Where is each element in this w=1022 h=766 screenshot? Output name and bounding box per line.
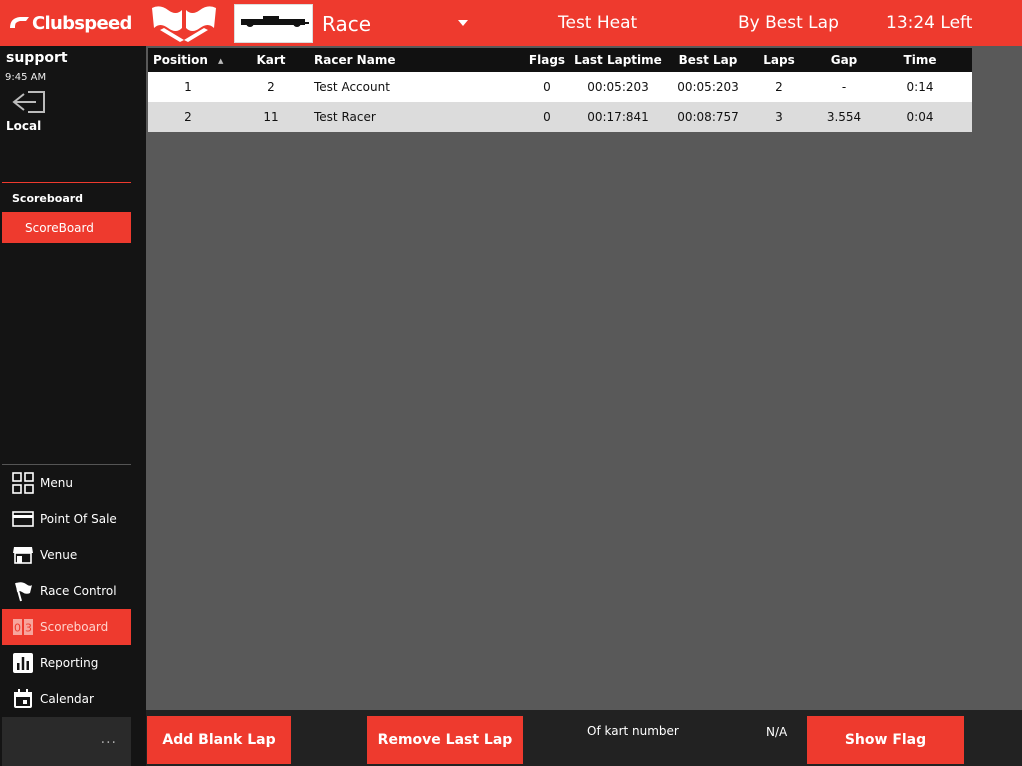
table-row[interactable]: 2 11 Test Racer 0 00:17:841 00:08:757 3 … xyxy=(148,102,972,132)
column-header-gap[interactable]: Gap xyxy=(806,53,882,67)
logout-icon[interactable] xyxy=(10,90,48,114)
time-left: 13:24 Left xyxy=(886,13,973,33)
cell-position: 1 xyxy=(184,80,192,94)
nav-item-point-of-sale[interactable]: Point Of Sale xyxy=(2,501,131,537)
clubspeed-logo-icon xyxy=(10,17,29,28)
race-selector-label[interactable]: Race xyxy=(322,12,371,36)
cell-laps: 3 xyxy=(775,110,783,124)
add-blank-lap-button[interactable]: Add Blank Lap xyxy=(147,716,291,764)
cell-gap: 3.554 xyxy=(826,110,862,124)
more-icon[interactable]: ... xyxy=(101,731,117,747)
bar-chart-icon xyxy=(12,652,34,674)
cell-gap: - xyxy=(841,80,847,94)
nav-item-calendar[interactable]: Calendar xyxy=(2,681,131,717)
show-flag-button[interactable]: Show Flag xyxy=(807,716,964,764)
credit-card-icon xyxy=(12,508,34,530)
nav-item-label: Venue xyxy=(40,548,78,562)
checkered-flags-icon xyxy=(152,6,216,42)
cell-last-laptime: 00:17:841 xyxy=(587,110,649,124)
sort-mode[interactable]: By Best Lap xyxy=(738,13,839,33)
sort-ascending-icon: ▲ xyxy=(217,56,224,65)
current-time: 9:45 AM xyxy=(5,72,47,83)
cell-flags: 0 xyxy=(543,110,551,124)
cell-kart: 2 xyxy=(267,80,275,94)
cell-best-lap: 00:08:757 xyxy=(677,110,739,124)
grid-icon xyxy=(12,472,34,494)
nav-item-menu[interactable]: Menu xyxy=(2,465,131,501)
nav-item-label: Reporting xyxy=(40,656,99,670)
cell-last-laptime: 00:05:203 xyxy=(587,80,649,94)
cell-time: 0:14 xyxy=(906,80,934,94)
column-header-kart[interactable]: Kart xyxy=(228,53,314,67)
cell-laps: 2 xyxy=(775,80,783,94)
flag-icon xyxy=(12,580,34,602)
column-header-best-lap[interactable]: Best Lap xyxy=(664,53,752,67)
heat-name: Test Heat xyxy=(558,13,638,33)
clubspeed-logo: Clubspeed xyxy=(8,12,132,34)
scoreboard-tab[interactable]: ScoreBoard xyxy=(2,212,131,243)
nav-item-race-control[interactable]: Race Control xyxy=(2,573,131,609)
main-content: Position ▲ Kart Racer Name Flags Last Lap… xyxy=(146,46,1022,710)
column-header-last-laptime[interactable]: Last Laptime xyxy=(572,53,664,67)
column-header-racer-name[interactable]: Racer Name xyxy=(314,53,522,67)
cell-best-lap: 00:05:203 xyxy=(677,80,739,94)
divider xyxy=(2,182,131,183)
user-name: support xyxy=(6,50,68,66)
location-label: Local xyxy=(6,119,42,133)
section-heading: Scoreboard xyxy=(12,192,84,205)
column-header-position[interactable]: Position ▲ xyxy=(148,53,228,67)
more-menu-bar[interactable]: ... xyxy=(2,717,131,766)
cell-time: 0:04 xyxy=(906,110,934,124)
store-icon xyxy=(12,544,34,566)
logo-text: Clubspeed xyxy=(32,12,132,34)
scoreboard-table: Position ▲ Kart Racer Name Flags Last Lap… xyxy=(148,48,972,132)
cell-racer-name: Test Racer xyxy=(314,110,376,124)
kart-number-value: N/A xyxy=(766,725,788,739)
svg-text:0: 0 xyxy=(14,622,21,635)
cell-kart: 11 xyxy=(263,110,279,124)
nav-item-label: Calendar xyxy=(40,692,94,706)
nav-item-label: Scoreboard xyxy=(40,620,109,634)
nav-menu: Menu Point Of Sale Venue Race Control 0 … xyxy=(2,465,131,717)
scoreboard-icon: 03 xyxy=(12,616,34,638)
top-bar: Clubspeed Race Test Heat By Best Lap 13:… xyxy=(0,0,1022,46)
nav-item-reporting[interactable]: Reporting xyxy=(2,645,131,681)
remove-last-lap-button[interactable]: Remove Last Lap xyxy=(367,716,523,764)
app-window: Clubspeed Race Test Heat By Best Lap 13:… xyxy=(0,0,1022,766)
svg-text:3: 3 xyxy=(25,622,32,635)
nav-item-venue[interactable]: Venue xyxy=(2,537,131,573)
calendar-icon xyxy=(12,688,34,710)
table-header: Position ▲ Kart Racer Name Flags Last Lap… xyxy=(148,48,972,72)
nav-item-scoreboard[interactable]: 03 Scoreboard xyxy=(2,609,131,645)
chevron-down-icon[interactable] xyxy=(458,20,468,26)
race-kart-image xyxy=(234,4,313,43)
column-header-time[interactable]: Time xyxy=(882,53,958,67)
column-header-flags[interactable]: Flags xyxy=(522,53,572,67)
nav-item-label: Point Of Sale xyxy=(40,512,117,526)
nav-item-label: Race Control xyxy=(40,584,117,598)
cell-position: 2 xyxy=(184,110,192,124)
sidebar: support 9:45 AM Local Scoreboard ScoreBo… xyxy=(0,46,146,766)
bottom-action-bar: Add Blank Lap Remove Last Lap Of kart nu… xyxy=(146,710,1022,766)
table-row[interactable]: 1 2 Test Account 0 00:05:203 00:05:203 2… xyxy=(148,72,972,102)
kart-number-label: Of kart number xyxy=(587,724,679,738)
nav-item-label: Menu xyxy=(40,476,73,490)
cell-racer-name: Test Account xyxy=(314,80,390,94)
cell-flags: 0 xyxy=(543,80,551,94)
column-header-laps[interactable]: Laps xyxy=(752,53,806,67)
